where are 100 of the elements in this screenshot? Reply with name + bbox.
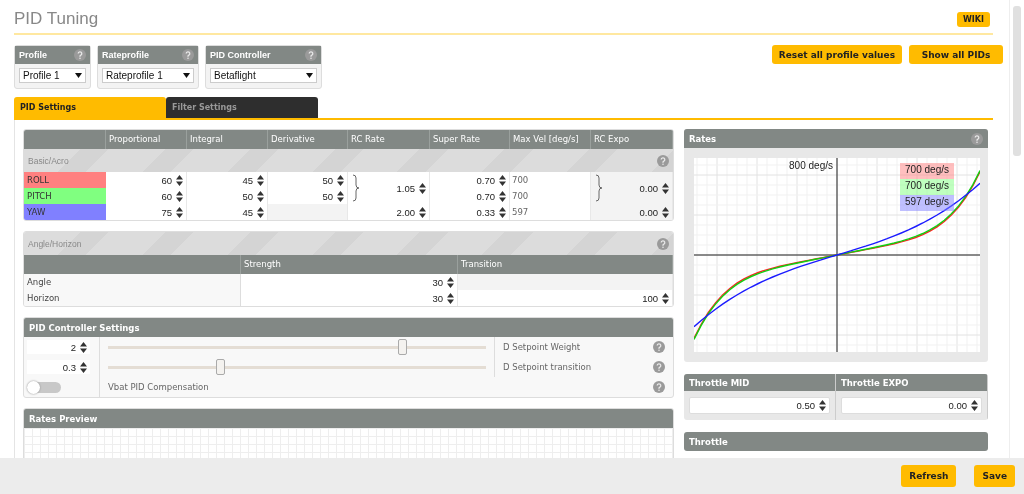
spinner-icon[interactable] — [447, 276, 454, 288]
axis-label: PITCH — [24, 188, 106, 204]
number-field[interactable]: 45 — [187, 173, 267, 187]
number-field[interactable]: 50 — [268, 173, 347, 187]
help-icon[interactable] — [182, 49, 194, 61]
number-field[interactable]: 0.70 — [430, 173, 509, 187]
number-field[interactable]: 0.50 — [689, 397, 830, 414]
panel-header: PID Controller Settings — [24, 318, 673, 337]
slider-thumb[interactable] — [397, 339, 407, 355]
spinner-icon[interactable] — [447, 292, 454, 304]
spinner-icon[interactable] — [499, 206, 506, 218]
footer-button[interactable]: Save — [974, 465, 1015, 487]
number-field[interactable]: 0.33 — [430, 205, 509, 219]
panel-title: Rates — [689, 133, 717, 144]
help-icon[interactable] — [971, 132, 983, 145]
spinner-icon[interactable] — [662, 206, 669, 218]
caret-icon — [183, 73, 190, 78]
spinner-icon[interactable] — [662, 292, 669, 304]
spinner-icon[interactable] — [257, 190, 264, 202]
help-icon[interactable] — [653, 341, 665, 353]
spinner-icon[interactable] — [257, 174, 264, 186]
number-field[interactable]: 100 — [458, 291, 672, 305]
selector-label: PID Controller — [210, 50, 271, 60]
curve-label: 700 deg/s — [900, 179, 954, 195]
column-header: Proportional — [106, 130, 187, 149]
toggle-switch[interactable] — [27, 381, 61, 393]
number-field[interactable]: 45 — [187, 205, 267, 219]
number-field[interactable]: 30 — [241, 275, 457, 289]
slider-thumb[interactable] — [216, 359, 226, 375]
section-title: Angle/Horizon — [28, 238, 82, 249]
help-icon[interactable] — [653, 381, 665, 393]
section-title: Basic/Acro — [28, 155, 69, 166]
number-field[interactable]: 0.00 — [841, 397, 982, 414]
axis-label: ROLL — [24, 172, 106, 188]
number-field[interactable]: 50 — [268, 189, 347, 203]
footer-button[interactable]: Refresh — [901, 465, 957, 487]
help-icon[interactable] — [653, 361, 665, 373]
spinner-icon[interactable] — [499, 174, 506, 186]
setting-label: Vbat PID Compensation — [108, 382, 209, 392]
spinner-icon[interactable] — [662, 182, 669, 194]
tab[interactable]: Filter Settings — [166, 97, 318, 118]
number-field[interactable]: 30 — [241, 291, 457, 305]
column-header: RC Rate — [348, 130, 430, 149]
curve-label: 597 deg/s — [900, 195, 954, 211]
dropdown[interactable]: Rateprofile 1 — [102, 68, 194, 83]
action-button[interactable]: Reset all profile values — [771, 45, 902, 64]
spinner-icon[interactable] — [819, 400, 826, 411]
row-label: Horizon — [24, 290, 241, 306]
number-field[interactable]: 60 — [106, 173, 186, 187]
wiki-button[interactable]: WIKI — [957, 11, 990, 27]
number-field[interactable]: 0.00 — [591, 205, 672, 219]
spinner-icon[interactable] — [499, 190, 506, 202]
scrollbar[interactable] — [1009, 0, 1024, 458]
spinner-icon[interactable] — [419, 206, 426, 218]
number-field[interactable]: 2 — [27, 340, 90, 354]
column-header: Strength — [241, 255, 458, 274]
setting-label: D Setpoint transition — [503, 362, 592, 372]
spinner-icon[interactable] — [971, 400, 978, 411]
number-field[interactable]: 0.3 — [27, 360, 90, 374]
curve-label: 700 deg/s — [900, 163, 954, 179]
caret-icon — [306, 73, 313, 78]
spinner-icon[interactable] — [176, 190, 183, 202]
spinner-icon[interactable] — [80, 341, 87, 353]
spinner-icon[interactable] — [337, 190, 344, 202]
page-title: PID Tuning — [14, 9, 99, 29]
column-header: Throttle EXPO — [836, 374, 987, 391]
number-field[interactable]: 2.00 — [348, 205, 429, 219]
spinner-icon[interactable] — [80, 361, 87, 373]
column-header: Transition — [458, 255, 673, 274]
axis-label: 800 deg/s — [789, 160, 833, 171]
column-header: Super Rate — [430, 130, 510, 149]
axis-label: YAW — [24, 204, 106, 220]
spinner-icon[interactable] — [419, 182, 426, 194]
column-header: Throttle MID — [684, 374, 835, 391]
tab[interactable]: PID Settings — [14, 97, 166, 118]
number-field[interactable]: 75 — [106, 205, 186, 219]
dropdown[interactable]: Profile 1 — [19, 68, 86, 83]
selector-label: Profile — [19, 50, 47, 60]
column-header: Derivative — [268, 130, 348, 149]
column-header: RC Expo — [591, 130, 673, 149]
number-field[interactable]: 60 — [106, 189, 186, 203]
action-button[interactable]: Show all PIDs — [909, 45, 1003, 64]
setting-label: D Setpoint Weight — [503, 342, 581, 352]
selector-label: Rateprofile — [102, 50, 149, 60]
brace-icon — [595, 174, 603, 202]
spinner-icon[interactable] — [176, 206, 183, 218]
help-icon[interactable] — [305, 49, 317, 61]
panel-header: Rates Preview — [24, 409, 673, 428]
column-header: Max Vel [deg/s] — [510, 130, 591, 149]
dropdown[interactable]: Betaflight — [210, 68, 317, 83]
caret-icon — [75, 73, 82, 78]
number-field[interactable]: 0.70 — [430, 189, 509, 203]
spinner-icon[interactable] — [337, 174, 344, 186]
spinner-icon[interactable] — [176, 174, 183, 186]
max-velocity: 597 — [511, 207, 529, 217]
row-label: Angle — [24, 274, 241, 290]
spinner-icon[interactable] — [257, 206, 264, 218]
panel-header: Throttle — [684, 432, 988, 451]
number-field[interactable]: 50 — [187, 189, 267, 203]
help-icon[interactable] — [74, 49, 86, 61]
